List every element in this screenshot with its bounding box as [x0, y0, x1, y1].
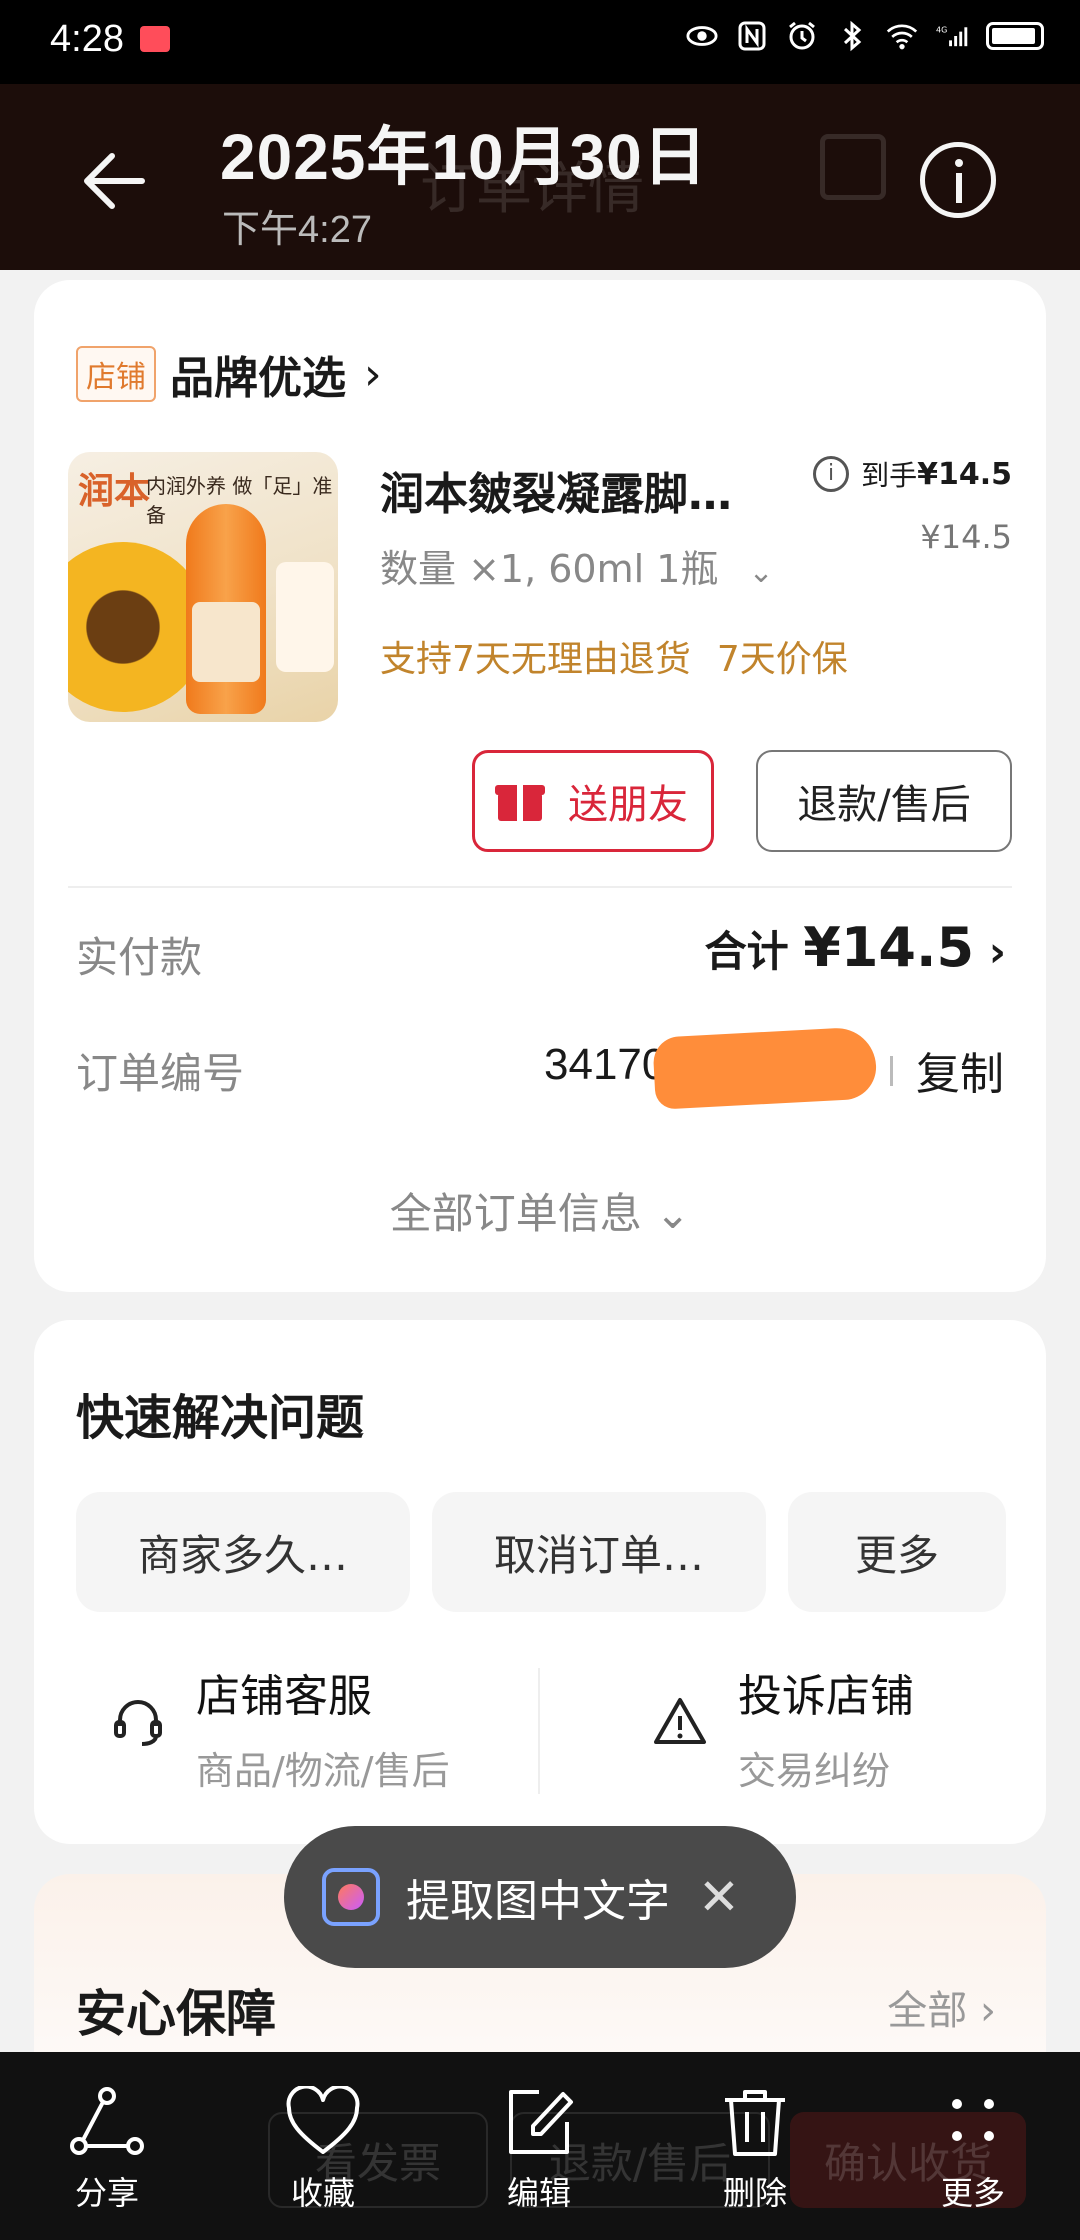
assurance-title: 安心保障: [76, 1985, 276, 2043]
text-recognition-icon: [322, 1868, 380, 1926]
share-button[interactable]: 分享: [32, 2082, 182, 2214]
complain-store-title: 投诉店铺: [738, 1671, 914, 1722]
paid-label: 实付款: [76, 933, 203, 982]
product-image-tagline: 内润外养 做「足」准备: [146, 474, 333, 527]
paid-total-prefix: 合计: [704, 927, 789, 976]
screenshot-time-subtitle: 下午4:27: [222, 209, 372, 251]
store-name: 品牌优选: [170, 353, 346, 404]
status-bar: 4:28 4G: [0, 0, 1080, 84]
product-image[interactable]: 润本 内润外养 做「足」准备: [68, 452, 338, 722]
store-tag: 店铺: [76, 346, 156, 402]
chevron-right-icon: ›: [980, 1988, 996, 2034]
heart-icon: [248, 2082, 398, 2162]
more-icon: [898, 2082, 1048, 2162]
product-spec-text: 数量 ×1, 60ml 1瓶: [380, 547, 719, 591]
screenshot-date-title: 2025年10月30日: [220, 121, 708, 193]
paid-total-amount: ¥14.5: [803, 916, 975, 979]
extract-text-label: 提取图中文字: [406, 1876, 670, 1927]
share-label: 分享: [74, 2174, 139, 2212]
status-time: 4:28: [50, 18, 124, 60]
product-image-brand: 润本: [78, 471, 151, 512]
final-price-label: 到手: [861, 459, 918, 492]
info-card-graphic: [276, 562, 334, 672]
chevron-down-icon: ⌄: [748, 555, 774, 590]
nfc-icon: [736, 18, 768, 54]
favorite-label: 收藏: [290, 2174, 355, 2212]
info-icon-dot: [955, 159, 963, 167]
share-icon-underlay: [820, 134, 886, 200]
status-icons: 4G: [686, 18, 1044, 54]
separator: [890, 1056, 893, 1086]
product-spec[interactable]: 数量 ×1, 60ml 1瓶 ⌄: [380, 538, 774, 593]
assurance-all-link[interactable]: 全部 ›: [887, 1978, 996, 2036]
refund-aftersale-button[interactable]: 退款/售后: [756, 750, 1012, 852]
customer-service-icon: [108, 1692, 168, 1752]
store-customer-service-subtitle: 商品/物流/售后: [196, 1749, 450, 1793]
quick-solve-card: 快速解决问题 商家多久… 取消订单… 更多 店铺客服 商品/物流/售后 投诉店铺…: [34, 1320, 1046, 1844]
svg-text:4G: 4G: [936, 25, 947, 34]
top-app-bar: 订单详情 2025年10月30日 下午4:27: [0, 84, 1080, 270]
divider: [68, 886, 1012, 888]
eye-icon: [686, 18, 718, 54]
chevron-right-icon: ›: [364, 348, 382, 400]
store-customer-service[interactable]: 店铺客服 商品/物流/售后: [196, 1660, 450, 1795]
final-price-value: ¥14.5: [917, 456, 1012, 492]
quick-question-chip[interactable]: 商家多久…: [76, 1492, 410, 1612]
extract-text-toast[interactable]: 提取图中文字 ✕: [284, 1826, 796, 1968]
copy-order-number-button[interactable]: 复制: [916, 1038, 1004, 1102]
more-label: 更多: [940, 2174, 1005, 2212]
trash-icon: [680, 2082, 830, 2162]
edit-button[interactable]: 编辑: [464, 2082, 614, 2214]
all-order-info-toggle[interactable]: 全部订单信息 ⌄: [34, 1180, 1046, 1241]
battery-icon: [986, 22, 1044, 50]
info-circle-icon: i: [813, 456, 850, 492]
alarm-icon: [786, 18, 818, 54]
notification-icon: [140, 26, 170, 52]
close-icon[interactable]: ✕: [698, 1868, 740, 1926]
favorite-button[interactable]: 收藏: [248, 2082, 398, 2214]
complain-store[interactable]: 投诉店铺 交易纠纷: [738, 1660, 914, 1795]
product-name[interactable]: 润本皴裂凝露脚…: [380, 458, 732, 522]
gift-icon: [495, 781, 545, 821]
order-card: 店铺 品牌优选 › 润本 内润外养 做「足」准备 润本皴裂凝露脚… 数量 ×1,…: [34, 280, 1046, 1292]
bottle-label-graphic: [192, 602, 260, 682]
assurance-all-label: 全部: [887, 1988, 968, 2034]
return-policy-tag: 支持7天无理由退货: [380, 639, 691, 680]
more-questions-chip[interactable]: 更多: [788, 1492, 1006, 1612]
screenshot-editor-toolbar: 看发票 退款/售后 确认收货 分享 收藏 编辑 删除 更多: [0, 2052, 1080, 2240]
final-price-info[interactable]: i 到手 ¥14.5: [813, 454, 1012, 494]
product-service-tags: 支持7天无理由退货 7天价保: [380, 630, 848, 682]
arrow-left-icon: [84, 153, 145, 209]
product-price: ¥14.5: [920, 518, 1012, 556]
info-button[interactable]: [920, 142, 996, 218]
paid-total[interactable]: 合计 ¥14.5 ›: [705, 916, 1006, 979]
share-icon: [32, 2082, 182, 2162]
more-button[interactable]: 更多: [898, 2082, 1048, 2214]
delete-button[interactable]: 删除: [680, 2082, 830, 2214]
send-to-friend-button[interactable]: 送朋友: [472, 750, 714, 852]
warning-triangle-icon: [650, 1692, 710, 1752]
info-icon-bar: [956, 173, 962, 203]
bluetooth-icon: [836, 18, 868, 54]
edit-icon: [464, 2082, 614, 2162]
wifi-icon: [886, 18, 918, 54]
price-protect-tag: 7天价保: [716, 639, 848, 680]
quick-solve-title: 快速解决问题: [76, 1390, 365, 1446]
chevron-right-icon: ›: [988, 927, 1006, 976]
quick-question-chip[interactable]: 取消订单…: [432, 1492, 766, 1612]
store-header[interactable]: 店铺 品牌优选 ›: [76, 342, 382, 406]
edit-label: 编辑: [506, 2174, 571, 2212]
store-customer-service-title: 店铺客服: [196, 1671, 372, 1722]
back-button[interactable]: [70, 136, 160, 226]
signal-icon: 4G: [936, 18, 968, 54]
delete-label: 删除: [722, 2174, 787, 2212]
order-number-label: 订单编号: [76, 1049, 245, 1098]
chevron-down-icon: ⌄: [655, 1189, 691, 1238]
send-to-friend-label: 送朋友: [568, 782, 688, 828]
divider: [538, 1668, 540, 1794]
complain-store-subtitle: 交易纠纷: [738, 1749, 891, 1793]
redaction-mark: [652, 1026, 878, 1110]
all-order-info-label: 全部订单信息: [389, 1189, 642, 1238]
